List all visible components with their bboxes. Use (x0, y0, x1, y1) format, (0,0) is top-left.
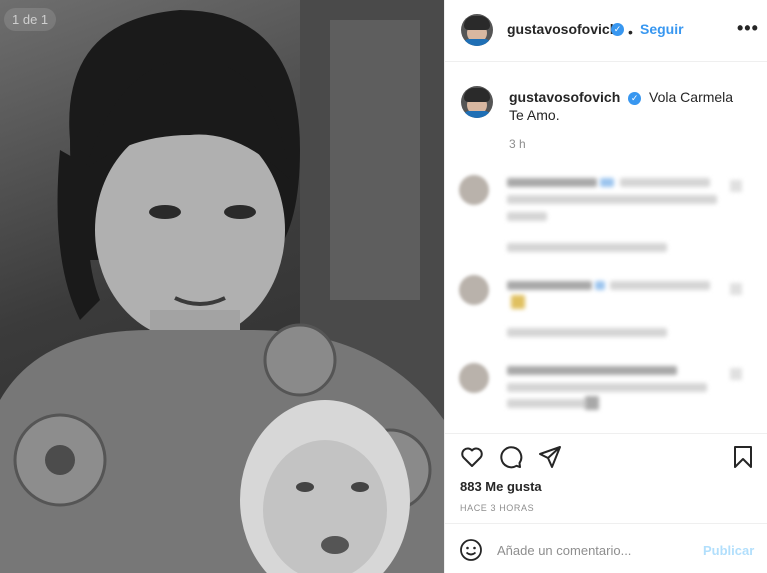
more-options-icon[interactable]: ••• (737, 18, 759, 39)
header-separator: • (628, 24, 633, 40)
add-comment-bar: Publicar (445, 523, 767, 573)
comment-avatar (459, 363, 489, 393)
caption-verified-icon: ✓ (628, 91, 642, 105)
comment-like-icon[interactable] (730, 283, 742, 295)
likes-count[interactable]: 883 Me gusta (460, 479, 542, 494)
comment-like-icon[interactable] (730, 180, 742, 192)
follow-button[interactable]: Seguir (640, 21, 684, 37)
comment-avatar (459, 275, 489, 305)
post-time: HACE 3 HORAS (460, 503, 535, 513)
comment-item (445, 358, 767, 438)
comment-input[interactable] (497, 540, 687, 560)
post-actions: 883 Me gusta HACE 3 HORAS (445, 433, 767, 523)
publish-button[interactable]: Publicar (703, 543, 754, 558)
caption-avatar[interactable] (461, 86, 493, 118)
comment-bubble-icon[interactable] (499, 445, 523, 474)
comment-like-icon[interactable] (730, 368, 742, 380)
comment-item (445, 273, 767, 353)
photo-illustration (0, 0, 444, 573)
caption-timestamp: 3 h (509, 137, 526, 151)
caption-username[interactable]: gustavosofovich (509, 89, 620, 105)
bookmark-icon[interactable] (731, 445, 755, 474)
post-header: gustavosofovich ✓ • Seguir ••• (445, 0, 767, 62)
image-counter: 1 de 1 (4, 8, 57, 31)
verified-icon: ✓ (611, 23, 624, 36)
paper-plane-icon[interactable] (538, 445, 562, 474)
comment-avatar (459, 175, 489, 205)
author-avatar[interactable] (461, 14, 493, 46)
post-side-panel: gustavosofovich ✓ • Seguir ••• gustavoso… (444, 0, 767, 573)
post-photo[interactable]: 1 de 1 (0, 0, 444, 573)
emoji-icon[interactable] (459, 538, 483, 567)
comment-item (445, 170, 767, 252)
heart-icon[interactable] (460, 445, 484, 474)
author-username[interactable]: gustavosofovich (507, 21, 618, 37)
post-caption: gustavosofovich ✓ Vola Carmela Te Amo. (509, 88, 739, 124)
